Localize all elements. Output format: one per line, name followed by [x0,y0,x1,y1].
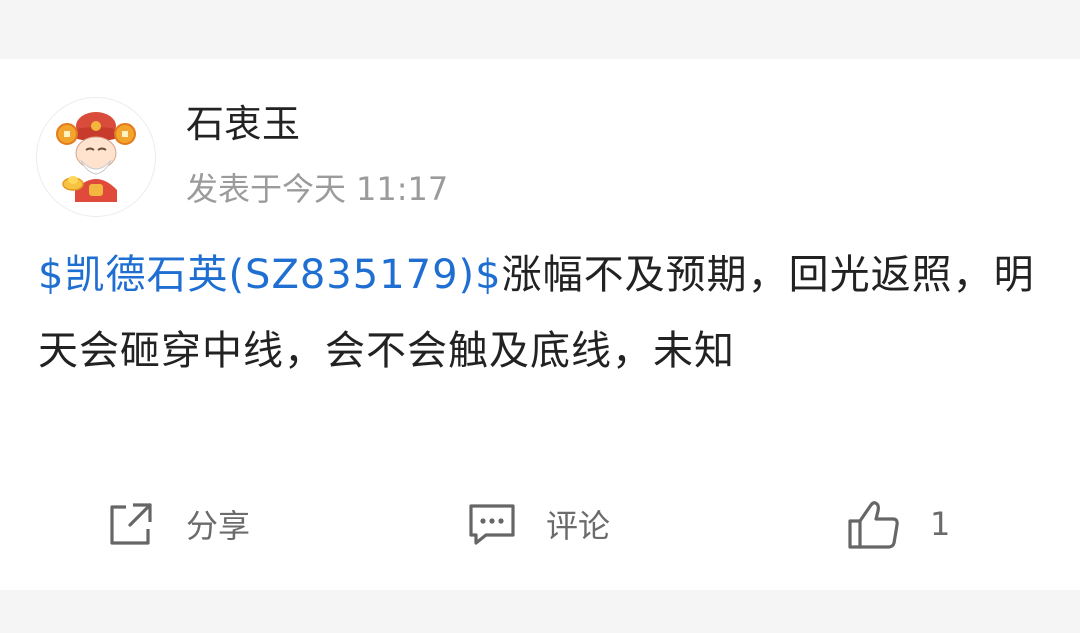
post-time: 11:17 [356,170,449,208]
fortune-god-avatar-icon [56,112,136,202]
top-divider [0,0,1080,59]
bottom-divider [0,590,1080,633]
comment-button[interactable]: 评论 [466,494,610,554]
share-button[interactable]: 分享 [106,494,250,554]
author-name[interactable]: 石衷玉 [186,105,300,143]
post-time-prefix: 发表于今天 [186,170,347,208]
like-count: 1 [930,505,951,543]
comment-label: 评论 [546,507,611,545]
post-actions: 分享 评论 1 [0,494,1080,554]
like-button[interactable]: 1 [846,494,950,554]
share-external-icon [110,503,152,545]
post-meta: 发表于今天 11:17 [186,173,458,205]
comment-bubble-icon [469,504,515,545]
stock-tag-link[interactable]: $凯德石英(SZ835179)$ [38,252,502,298]
user-avatar[interactable] [36,97,156,217]
share-label: 分享 [186,507,251,545]
post-card: 石衷玉 发表于今天 11:17 $凯德石英(SZ835179)$涨幅不及预期，回光… [0,59,1080,590]
thumbs-up-icon [848,501,899,549]
post-body: $凯德石英(SZ835179)$涨幅不及预期，回光返照，明天会砸穿中线，会不会触… [38,237,1048,390]
